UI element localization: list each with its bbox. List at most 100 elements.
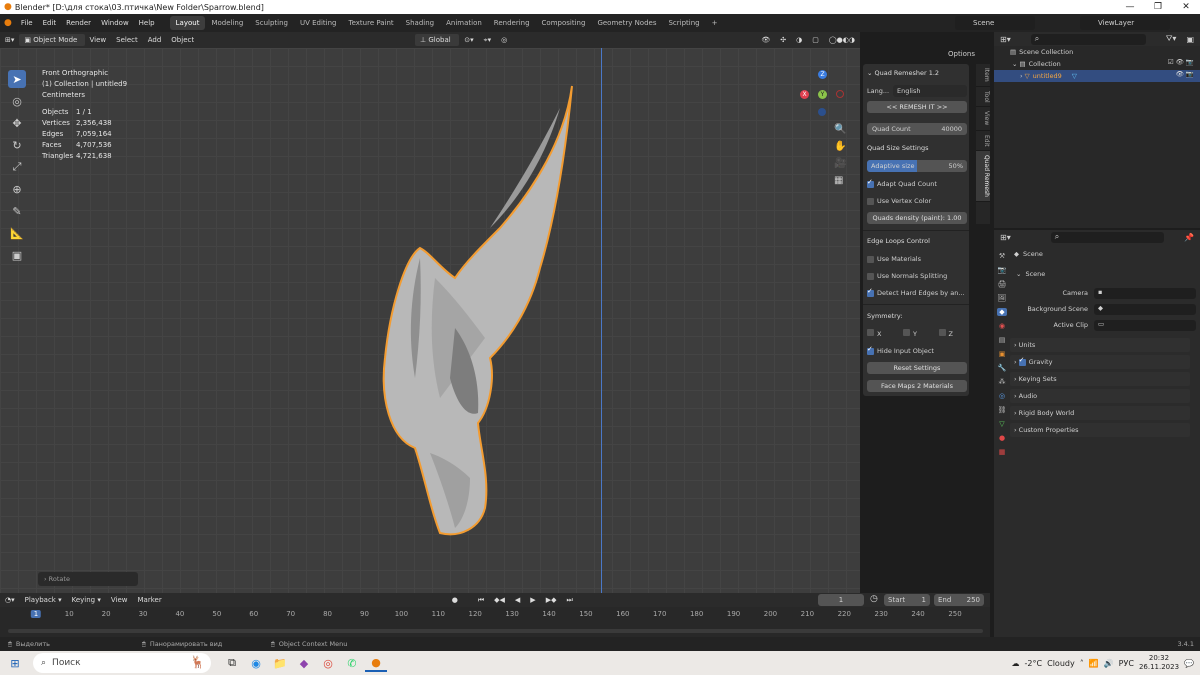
expand-arrow-icon[interactable]: › bbox=[1020, 72, 1023, 80]
blender-menu-icon[interactable]: ● bbox=[0, 18, 16, 28]
gravity-panel[interactable]: › Gravity bbox=[1010, 355, 1190, 369]
notification-icon[interactable]: 💬 bbox=[1184, 659, 1194, 668]
particles-tab-icon[interactable]: ⁂ bbox=[999, 378, 1006, 386]
new-collection-icon[interactable]: ▣ bbox=[1186, 35, 1194, 44]
keying-menu[interactable]: Keying ▾ bbox=[67, 594, 106, 606]
face-maps-button[interactable]: Face Maps 2 Materials bbox=[867, 380, 967, 392]
hide-input-option[interactable]: Hide Input Object bbox=[867, 345, 967, 357]
view-layer-tab-icon[interactable]: 🖼 bbox=[998, 294, 1007, 302]
edge-browser-icon[interactable]: ◉ bbox=[245, 654, 267, 672]
jump-end-icon[interactable]: ⏭ bbox=[561, 594, 577, 606]
physics-tab-icon[interactable]: ◎ bbox=[999, 392, 1005, 400]
active-clip-field[interactable]: ▭ bbox=[1094, 319, 1196, 331]
tool-tab-icon[interactable]: ⚒ bbox=[999, 252, 1005, 260]
weather-icon[interactable]: ☁ bbox=[1012, 659, 1020, 668]
measure-icon[interactable]: 📐 bbox=[8, 224, 26, 242]
adapt-quad-count-checkbox[interactable] bbox=[867, 178, 874, 188]
tab-shading[interactable]: Shading bbox=[400, 16, 440, 30]
gizmo-z-axis[interactable]: Z bbox=[818, 70, 827, 79]
camera-field[interactable]: ▪ bbox=[1094, 287, 1196, 299]
panel-title-row[interactable]: ⌄ Quad Remesher 1.2 bbox=[867, 67, 967, 79]
detect-hard-edges-option[interactable]: Detect Hard Edges by an... bbox=[867, 287, 967, 299]
rotate-icon[interactable]: ↻ bbox=[8, 136, 26, 154]
navigation-gizmo[interactable]: Z X Y bbox=[800, 70, 844, 116]
texture-tab-icon[interactable]: ▦ bbox=[999, 448, 1006, 456]
tab-modeling[interactable]: Modeling bbox=[205, 16, 249, 30]
pan-hand-icon[interactable]: ✋ bbox=[834, 141, 846, 152]
symmetry-x-checkbox[interactable] bbox=[867, 328, 874, 336]
camera-icon[interactable]: 🎥 bbox=[834, 158, 846, 169]
use-normals-option[interactable]: Use Normals Splitting bbox=[867, 270, 967, 282]
custom-properties-panel[interactable]: › Custom Properties bbox=[1010, 423, 1190, 437]
mode-selector[interactable]: ▣ Object Mode ▾ bbox=[19, 34, 85, 56]
editor-type-icon[interactable]: ⊞▾ bbox=[1000, 35, 1011, 44]
render-tab-icon[interactable]: 📷 bbox=[998, 266, 1007, 274]
collection-tab-icon[interactable]: ▤ bbox=[999, 336, 1006, 344]
sparrow-model[interactable] bbox=[360, 78, 590, 538]
data-tab-icon[interactable]: ▽ bbox=[999, 420, 1004, 428]
symmetry-z-checkbox[interactable] bbox=[938, 328, 946, 336]
play-reverse-icon[interactable]: ◀ bbox=[510, 594, 525, 606]
close-window-button[interactable]: ✕ bbox=[1172, 0, 1200, 14]
menu-edit[interactable]: Edit bbox=[38, 19, 62, 27]
object-tab-icon[interactable]: ▣ bbox=[999, 350, 1006, 358]
keying-sets-panel[interactable]: › Keying Sets bbox=[1010, 372, 1190, 386]
gizmo-neg-x[interactable] bbox=[836, 90, 844, 98]
language-indicator[interactable]: РУС bbox=[1119, 659, 1134, 668]
gizmo-x-axis[interactable]: X bbox=[800, 90, 809, 99]
preview-range-icon[interactable]: ◷ bbox=[870, 594, 878, 604]
maximize-button[interactable]: ❐ bbox=[1144, 0, 1172, 14]
tray-chevron-icon[interactable]: ˄ bbox=[1080, 659, 1084, 668]
tab-tool[interactable]: Tool bbox=[976, 87, 990, 108]
use-materials-option[interactable]: Use Materials bbox=[867, 253, 967, 265]
xray-icon[interactable]: ▢ bbox=[807, 34, 824, 46]
current-frame-field[interactable]: 1 bbox=[818, 594, 864, 606]
jump-start-icon[interactable]: ⏮ bbox=[473, 594, 489, 606]
world-tab-icon[interactable]: ◉ bbox=[999, 322, 1005, 330]
use-vertex-color-option[interactable]: Use Vertex Color bbox=[867, 195, 967, 207]
tab-animation[interactable]: Animation bbox=[440, 16, 488, 30]
zoom-icon[interactable]: 🔍 bbox=[834, 124, 846, 135]
tab-rendering[interactable]: Rendering bbox=[488, 16, 536, 30]
network-icon[interactable]: 📶 bbox=[1089, 659, 1099, 668]
expand-arrow-icon[interactable]: ⌄ bbox=[1012, 60, 1017, 68]
transform-icon[interactable]: ⊕ bbox=[8, 180, 26, 198]
outliner-search-input[interactable]: ⌕ bbox=[1030, 33, 1146, 45]
scene-selector[interactable]: Scene bbox=[955, 16, 1035, 30]
chrome-icon[interactable]: ◎ bbox=[317, 654, 339, 672]
visibility-icon[interactable]: 👁 bbox=[756, 34, 775, 46]
menu-render[interactable]: Render bbox=[61, 19, 96, 27]
symmetry-z-option[interactable]: Z bbox=[938, 328, 953, 338]
menu-add[interactable]: Add bbox=[143, 34, 167, 46]
tab-layout[interactable]: Layout bbox=[169, 16, 206, 30]
3d-viewport[interactable]: ➤ ◎ ✥ ↻ ⤢ ⊕ ✎ 📐 ▣ Front Orthographic (1)… bbox=[0, 48, 860, 593]
scale-icon[interactable]: ⤢ bbox=[8, 158, 26, 176]
modifier-tab-icon[interactable]: 🔧 bbox=[998, 364, 1007, 372]
output-tab-icon[interactable]: 🖨 bbox=[998, 280, 1007, 288]
scene-section-header[interactable]: ⌄ Scene bbox=[1016, 267, 1188, 281]
volume-icon[interactable]: 🔊 bbox=[1104, 659, 1114, 668]
end-frame-field[interactable]: End 250 bbox=[934, 594, 984, 606]
pin-icon[interactable]: 📌 bbox=[1184, 233, 1194, 242]
timeline-ruler[interactable]: 1 10 20 30 40 50 60 70 80 90 100 110 120 130 140 150 160… bbox=[0, 607, 990, 637]
gravity-checkbox[interactable] bbox=[1018, 356, 1026, 366]
filter-icon[interactable]: ⛛▾ bbox=[1166, 34, 1177, 44]
snap-icon[interactable]: ⌖▾ bbox=[479, 34, 496, 46]
tab-texture-paint[interactable]: Texture Paint bbox=[343, 16, 400, 30]
menu-help[interactable]: Help bbox=[134, 19, 160, 27]
language-select[interactable]: English bbox=[893, 85, 967, 97]
outliner-row-object[interactable]: › ▽ untitled9 ▽ 👁 📷 bbox=[994, 70, 1200, 82]
windows-start-icon[interactable]: ⊞ bbox=[4, 654, 26, 672]
select-box-icon[interactable]: ➤ bbox=[8, 70, 26, 88]
use-normals-checkbox[interactable] bbox=[867, 272, 874, 280]
background-scene-field[interactable]: ◆ bbox=[1094, 303, 1196, 315]
clock[interactable]: 20:32 26.11.2023 bbox=[1139, 654, 1179, 672]
units-panel[interactable]: › Units bbox=[1010, 338, 1190, 352]
material-tab-icon[interactable]: ● bbox=[999, 434, 1005, 442]
proportional-edit-icon[interactable]: ◎ bbox=[496, 34, 512, 46]
visibility-toggle-icon[interactable]: ☑ 👁 📷 bbox=[1168, 58, 1194, 66]
tab-scripting[interactable]: Scripting bbox=[662, 16, 705, 30]
symmetry-y-option[interactable]: Y bbox=[903, 328, 917, 338]
tab-quad-remesh[interactable]: Quad Remesh bbox=[976, 151, 990, 203]
move-icon[interactable]: ✥ bbox=[8, 114, 26, 132]
